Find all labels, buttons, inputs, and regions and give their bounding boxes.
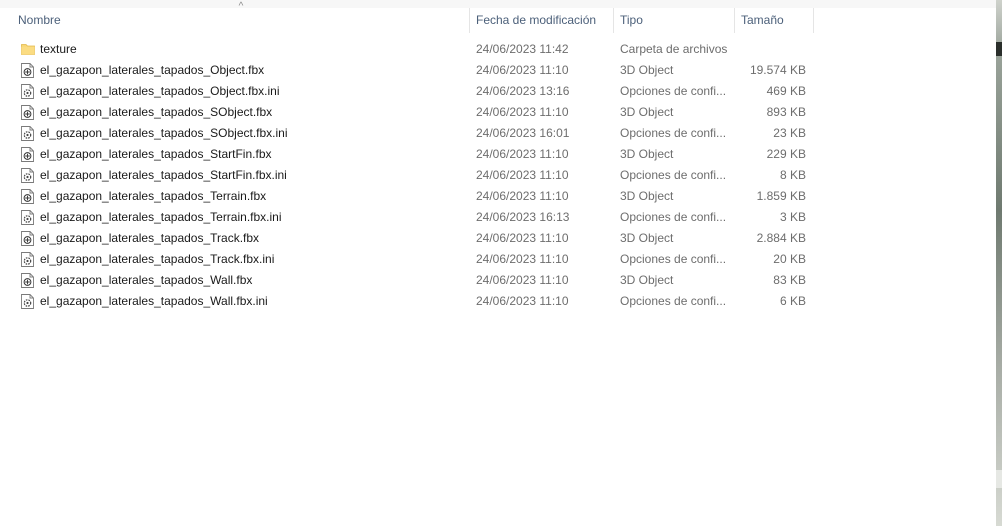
file-date-modified: 24/06/2023 16:13 (476, 210, 570, 224)
file-row[interactable]: el_gazapon_laterales_tapados_Track.fbx 2… (0, 228, 996, 249)
file-name: el_gazapon_laterales_tapados_Terrain.fbx… (40, 210, 282, 224)
column-header-type[interactable]: Tipo (614, 8, 734, 33)
file-type: 3D Object (620, 231, 674, 245)
3d-object-file-icon (21, 189, 34, 204)
file-row[interactable]: el_gazapon_laterales_tapados_StartFin.fb… (0, 165, 996, 186)
file-name: el_gazapon_laterales_tapados_Object.fbx (40, 63, 265, 77)
file-type: Opciones de confi... (620, 168, 727, 182)
file-type: Carpeta de archivos (620, 42, 728, 56)
file-row[interactable]: el_gazapon_laterales_tapados_Terrain.fbx… (0, 207, 996, 228)
settings-file-icon (21, 126, 34, 141)
file-date-modified: 24/06/2023 11:10 (476, 252, 569, 266)
file-name: el_gazapon_laterales_tapados_Object.fbx.… (40, 84, 280, 98)
file-row[interactable]: el_gazapon_laterales_tapados_StartFin.fb… (0, 144, 996, 165)
file-name: el_gazapon_laterales_tapados_Terrain.fbx (40, 189, 267, 203)
column-header-name[interactable]: Nombre (12, 8, 468, 33)
file-row[interactable]: el_gazapon_laterales_tapados_Track.fbx.i… (0, 249, 996, 270)
3d-object-file-icon (21, 273, 34, 288)
file-row[interactable]: texture 24/06/2023 11:42 Carpeta de arch… (0, 39, 996, 60)
file-date-modified: 24/06/2023 11:10 (476, 147, 569, 161)
file-name: el_gazapon_laterales_tapados_Wall.fbx.in… (40, 294, 268, 308)
file-row[interactable]: el_gazapon_laterales_tapados_Object.fbx … (0, 60, 996, 81)
3d-object-file-icon (21, 147, 34, 162)
file-size: 20 KB (773, 252, 806, 266)
file-size: 3 KB (779, 210, 806, 224)
file-type: 3D Object (620, 273, 674, 287)
settings-file-icon (21, 84, 34, 99)
settings-file-icon (21, 210, 34, 225)
settings-file-icon (21, 168, 34, 183)
file-explorer-window: ^ Nombre Fecha de modificación Tipo Tama… (0, 0, 1002, 526)
3d-object-file-icon (21, 63, 34, 78)
file-date-modified: 24/06/2023 11:10 (476, 63, 569, 77)
file-type: Opciones de confi... (620, 84, 727, 98)
file-size: 893 KB (766, 105, 806, 119)
file-name: el_gazapon_laterales_tapados_StartFin.fb… (40, 147, 272, 161)
file-size: 229 KB (766, 147, 806, 161)
settings-file-icon (21, 294, 34, 309)
file-date-modified: 24/06/2023 11:10 (476, 231, 569, 245)
3d-object-file-icon (21, 105, 34, 120)
file-type: 3D Object (620, 189, 674, 203)
file-row[interactable]: el_gazapon_laterales_tapados_SObject.fbx… (0, 123, 996, 144)
file-name: el_gazapon_laterales_tapados_Wall.fbx (40, 273, 253, 287)
file-date-modified: 24/06/2023 13:16 (476, 84, 570, 98)
file-date-modified: 24/06/2023 11:10 (476, 273, 569, 287)
file-date-modified: 24/06/2023 11:10 (476, 189, 569, 203)
file-size: 83 KB (773, 273, 806, 287)
file-name: el_gazapon_laterales_tapados_Track.fbx (40, 231, 260, 245)
column-header-bar: ^ Nombre Fecha de modificación Tipo Tama… (0, 2, 996, 33)
file-row[interactable]: el_gazapon_laterales_tapados_SObject.fbx… (0, 102, 996, 123)
file-date-modified: 24/06/2023 11:42 (476, 42, 569, 56)
file-name: el_gazapon_laterales_tapados_SObject.fbx… (40, 126, 288, 140)
3d-object-file-icon (21, 231, 34, 246)
file-row[interactable]: el_gazapon_laterales_tapados_Wall.fbx 24… (0, 270, 996, 291)
file-list: texture 24/06/2023 11:42 Carpeta de arch… (0, 39, 996, 312)
column-divider[interactable] (813, 8, 814, 33)
file-size: 8 KB (779, 168, 806, 182)
file-type: Opciones de confi... (620, 126, 727, 140)
file-type: 3D Object (620, 147, 674, 161)
file-row[interactable]: el_gazapon_laterales_tapados_Wall.fbx.in… (0, 291, 996, 312)
file-size: 469 KB (766, 84, 806, 98)
file-date-modified: 24/06/2023 11:10 (476, 294, 569, 308)
folder-icon (21, 43, 35, 55)
settings-file-icon (21, 252, 34, 267)
file-name: el_gazapon_laterales_tapados_Track.fbx.i… (40, 252, 275, 266)
file-size: 2.884 KB (756, 231, 806, 245)
file-type: Opciones de confi... (620, 210, 727, 224)
file-type: Opciones de confi... (620, 294, 727, 308)
file-name: el_gazapon_laterales_tapados_StartFin.fb… (40, 168, 287, 182)
file-size: 6 KB (779, 294, 806, 308)
file-type: 3D Object (620, 63, 674, 77)
file-name: el_gazapon_laterales_tapados_SObject.fbx (40, 105, 273, 119)
column-header-date[interactable]: Fecha de modificación (470, 8, 612, 33)
file-size: 23 KB (773, 126, 806, 140)
file-row[interactable]: el_gazapon_laterales_tapados_Terrain.fbx… (0, 186, 996, 207)
file-row[interactable]: el_gazapon_laterales_tapados_Object.fbx.… (0, 81, 996, 102)
background-window-edge (996, 0, 1002, 526)
column-header-size[interactable]: Tamaño (735, 8, 813, 33)
file-name: texture (40, 42, 77, 56)
file-size (736, 39, 806, 60)
file-size: 1.859 KB (756, 189, 806, 203)
file-type: 3D Object (620, 105, 674, 119)
file-date-modified: 24/06/2023 11:10 (476, 105, 569, 119)
toolbar-edge (0, 0, 996, 8)
file-size: 19.574 KB (749, 63, 806, 77)
file-type: Opciones de confi... (620, 252, 727, 266)
file-date-modified: 24/06/2023 11:10 (476, 168, 569, 182)
file-date-modified: 24/06/2023 16:01 (476, 126, 570, 140)
